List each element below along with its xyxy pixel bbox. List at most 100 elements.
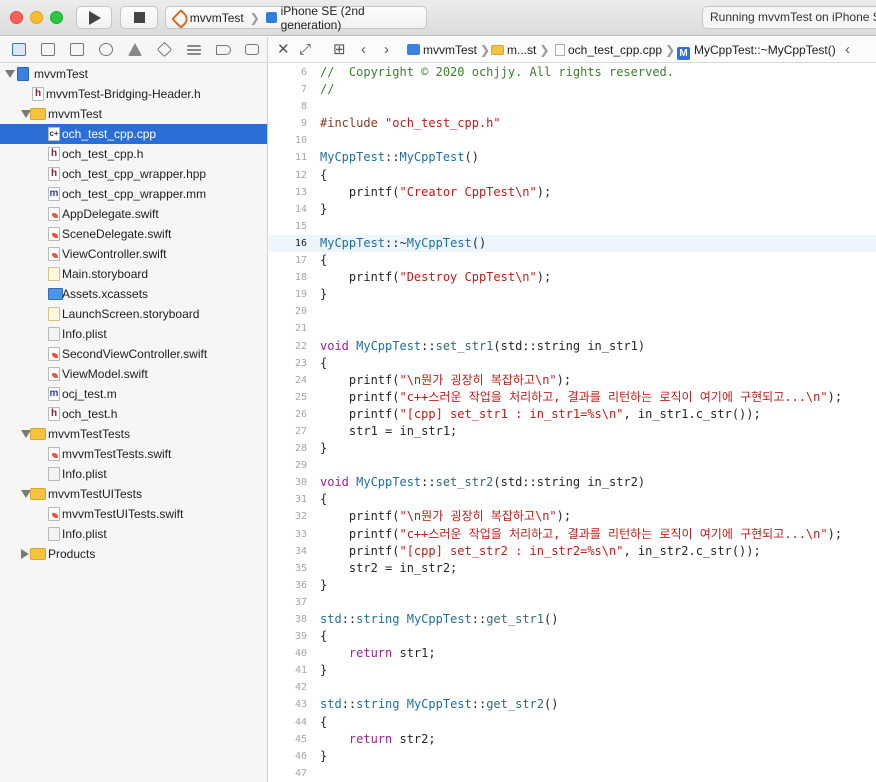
navigator-file-row[interactable]: Info.plist — [0, 464, 267, 484]
navigator-file-row[interactable]: Info.plist — [0, 324, 267, 344]
code-line[interactable]: 28} — [269, 440, 876, 457]
code-line[interactable]: 38 std::string MyCppTest::get_str1() — [269, 611, 876, 628]
code-area[interactable]: 6 // Copyright © 2020 ochjjy. All rights … — [269, 64, 876, 782]
window-close-button[interactable] — [10, 11, 23, 24]
code-line[interactable]: 42 — [269, 679, 876, 696]
code-line[interactable]: 46} — [269, 748, 876, 765]
disclosure-open-icon[interactable] — [5, 70, 15, 78]
disclosure-closed-icon[interactable] — [21, 549, 29, 559]
navigator-file-row[interactable]: h mvvmTest-Bridging-Header.h — [0, 84, 267, 104]
window-minimize-button[interactable] — [30, 11, 43, 24]
run-button[interactable] — [76, 6, 112, 29]
navigator-file-row[interactable]: ViewController.swift — [0, 244, 267, 264]
code-line[interactable]: 9 #include "och_test_cpp.h" — [269, 115, 876, 132]
code-line[interactable]: 25 printf("c++스러운 작업을 처리하고, 결과를 리턴하는 로직이… — [269, 389, 876, 406]
code-line[interactable]: 12 { — [269, 167, 876, 184]
tab-test-navigator[interactable] — [150, 37, 179, 63]
navigator-file-row[interactable]: SceneDelegate.swift — [0, 224, 267, 244]
code-line[interactable]: 45 return str2; — [269, 731, 876, 748]
navigator-file-row[interactable]: SecondViewController.swift — [0, 344, 267, 364]
navigator-file-row[interactable]: h och_test_cpp_wrapper.hpp — [0, 164, 267, 184]
code-line[interactable]: 39 { — [269, 628, 876, 645]
code-line[interactable]: 32 printf("\n뭔가 굉장히 복잡하고\n"); — [269, 508, 876, 525]
code-line[interactable]: 27 str1 = in_str1; — [269, 423, 876, 440]
code-token: ); — [827, 526, 843, 541]
jumpbar-group[interactable]: m...st ❯ — [491, 37, 552, 63]
navigator-file-row[interactable]: LaunchScreen.storyboard — [0, 304, 267, 324]
expand-icon[interactable]: ⤢ — [299, 37, 311, 63]
code-line[interactable]: 24 printf("\n뭔가 굉장히 복잡하고\n"); — [269, 372, 876, 389]
back-arrow-icon[interactable]: ‹ — [361, 37, 366, 63]
tab-source-control[interactable] — [33, 37, 62, 63]
code-line[interactable]: 29 — [269, 457, 876, 474]
code-line[interactable]: 22 void MyCppTest::set_str1(std::string i… — [269, 338, 876, 355]
code-line[interactable]: 36} — [269, 577, 876, 594]
navigator-group-row[interactable]: mvvmTest — [0, 64, 267, 84]
code-line[interactable]: 41} — [269, 662, 876, 679]
stop-button[interactable] — [120, 6, 158, 29]
code-line[interactable]: 15 — [269, 218, 876, 235]
navigator-group-row[interactable]: mvvmTestTests — [0, 424, 267, 444]
tab-find-navigator[interactable] — [92, 37, 121, 63]
navigator-group-row[interactable]: Products — [0, 544, 267, 564]
code-line[interactable]: 44 { — [269, 714, 876, 731]
related-items-grid-icon[interactable]: ⊞ — [333, 37, 346, 63]
navigator-file-row[interactable]: Assets.xcassets — [0, 284, 267, 304]
code-line[interactable]: 43 std::string MyCppTest::get_str2() — [269, 696, 876, 713]
code-line[interactable]: 31 { — [269, 491, 876, 508]
navigator-file-row[interactable]: h och_test_cpp.h — [0, 144, 267, 164]
tab-report-navigator[interactable] — [238, 37, 267, 63]
code-line[interactable]: 16 MyCppTest::~MyCppTest() — [269, 234, 876, 253]
previous-issue-icon[interactable]: ‹ — [845, 37, 850, 63]
code-line[interactable]: 18 printf("Destroy CppTest\n"); — [269, 269, 876, 286]
tab-breakpoint-navigator[interactable] — [209, 37, 238, 63]
navigator-file-row[interactable]: m och_test_cpp_wrapper.mm — [0, 184, 267, 204]
code-line[interactable]: 7 // — [269, 81, 876, 98]
tab-debug-navigator[interactable] — [179, 37, 208, 63]
code-line[interactable]: 10 — [269, 132, 876, 149]
code-line[interactable]: 47 — [269, 765, 876, 782]
code-line[interactable]: 40 return str1; — [269, 645, 876, 662]
code-line[interactable]: 30 void MyCppTest::set_str2(std::string i… — [269, 474, 876, 491]
forward-arrow-icon[interactable]: › — [384, 37, 389, 63]
jumpbar-symbol[interactable]: M MyCppTest::~MyCppTest() — [677, 37, 836, 63]
navigator-group-row[interactable]: mvvmTestUITests — [0, 484, 267, 504]
code-line[interactable]: 35 str2 = in_str2; — [269, 560, 876, 577]
navigator-file-row[interactable]: mvvmTestUITests.swift — [0, 504, 267, 524]
window-zoom-button[interactable] — [50, 11, 63, 24]
navigator-file-row[interactable]: m ocj_test.m — [0, 384, 267, 404]
code-line[interactable]: 6 // Copyright © 2020 ochjjy. All rights … — [269, 64, 876, 81]
navigator-file-row[interactable]: c+ och_test_cpp.cpp — [0, 124, 267, 144]
line-number: 15 — [294, 220, 307, 232]
tab-project-navigator[interactable] — [4, 37, 33, 63]
code-line[interactable]: 34 printf("[cpp] set_str2 : in_str2=%s\n… — [269, 543, 876, 560]
tab-symbol-navigator[interactable] — [62, 37, 91, 63]
run-destination: iPhone SE (2nd generation) — [280, 3, 365, 32]
code-line[interactable]: 33 printf("c++스러운 작업을 처리하고, 결과를 리턴하는 로직이… — [269, 526, 876, 543]
code-token: () — [544, 697, 559, 712]
code-line[interactable]: 21 — [269, 320, 876, 337]
jumpbar-project[interactable]: mvvmTest ❯ — [407, 37, 493, 63]
code-line[interactable]: 8 — [269, 98, 876, 115]
jumpbar-file[interactable]: och_test_cpp.cpp ❯ — [555, 37, 678, 63]
code-line[interactable]: 14} — [269, 201, 876, 218]
navigator-file-row[interactable]: mvvmTestTests.swift — [0, 444, 267, 464]
code-line[interactable]: 23 { — [269, 355, 876, 372]
navigator-group-row[interactable]: mvvmTest — [0, 104, 267, 124]
close-icon[interactable]: ✕ — [277, 37, 290, 63]
code-line[interactable]: 11 MyCppTest::MyCppTest() — [269, 149, 876, 166]
navigator-file-row[interactable]: ViewModel.swift — [0, 364, 267, 384]
navigator-file-row[interactable]: Info.plist — [0, 524, 267, 544]
navigator-file-row[interactable]: Main.storyboard — [0, 264, 267, 284]
navigator-file-row[interactable]: AppDelegate.swift — [0, 204, 267, 224]
code-line[interactable]: 13 printf("Creator CppTest\n"); — [269, 184, 876, 201]
tab-issue-navigator[interactable] — [121, 37, 150, 63]
navigator-file-row[interactable]: h och_test.h — [0, 404, 267, 424]
code-line[interactable]: 20 — [269, 303, 876, 320]
scheme-selector[interactable]: mvvmTest ❯ iPhone SE (2nd generation) — [165, 3, 427, 32]
code-line[interactable]: 26 printf("[cpp] set_str1 : in_str1=%s\n… — [269, 406, 876, 423]
header-file-icon: h — [48, 407, 60, 421]
code-line[interactable]: 19} — [269, 286, 876, 303]
code-line[interactable]: 17 { — [269, 252, 876, 269]
code-line[interactable]: 37 — [269, 594, 876, 611]
